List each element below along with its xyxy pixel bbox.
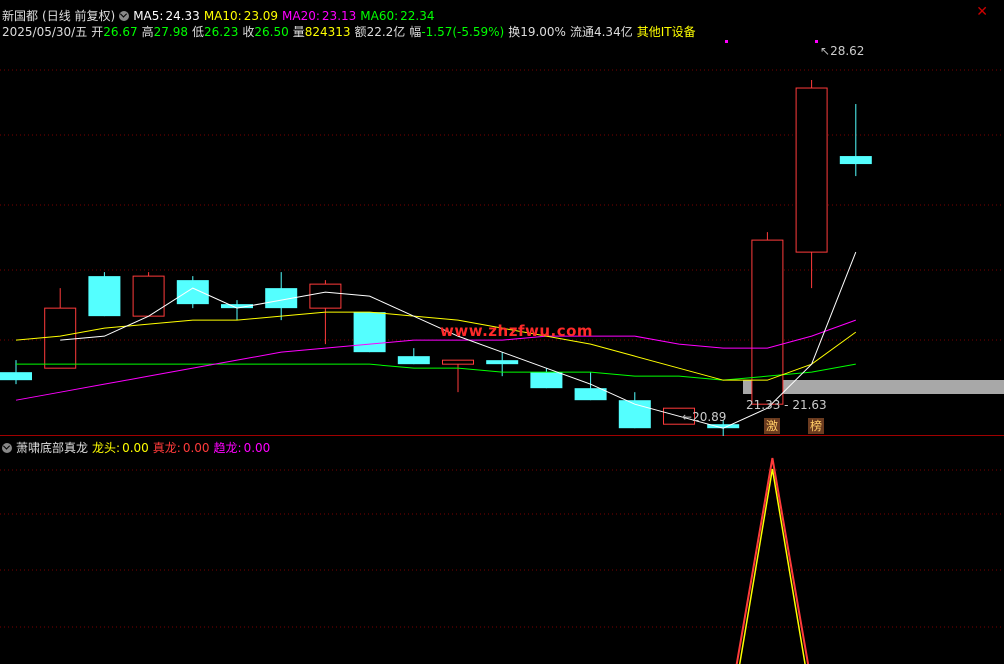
header-row-1: 新国都 (日线 前复权) MA5: 24.33 MA10: 23.09 MA20: 23.13… bbox=[2, 7, 439, 24]
float-label: 流通 bbox=[569, 25, 594, 39]
arrow-left-icon: ← bbox=[682, 410, 693, 424]
candle-body-19 bbox=[839, 156, 872, 165]
ma60-value: 22.34 bbox=[400, 9, 435, 23]
amount-label: 额 bbox=[354, 25, 367, 39]
zhenlong-label: 真龙: bbox=[152, 441, 181, 455]
close-icon[interactable]: ✕ bbox=[976, 4, 988, 20]
indicator-name[interactable]: 萧啸底部真龙 bbox=[16, 441, 88, 455]
low-price-value: 20.89 bbox=[692, 410, 727, 424]
change-label: 幅 bbox=[409, 25, 422, 39]
candle-body-17 bbox=[751, 239, 784, 405]
indicator-header: 萧啸底部真龙 龙头: 0.00 真龙: 0.00 趋龙: 0.00 bbox=[2, 439, 274, 456]
date-label: 2025/05/30/五 bbox=[2, 25, 88, 39]
high-label: 高 bbox=[141, 25, 154, 39]
qulong-value: 0.00 bbox=[243, 441, 271, 455]
badge-ji[interactable]: 激 bbox=[764, 418, 780, 434]
ma20-value: 23.13 bbox=[321, 9, 357, 23]
arrow-icon: ↖ bbox=[820, 44, 831, 58]
change-value: -1.57(-5.59%) bbox=[421, 25, 505, 39]
indicator-chart[interactable] bbox=[0, 437, 1004, 664]
low-price-label: ←20.89 bbox=[682, 410, 726, 424]
marker-dot-2 bbox=[815, 40, 818, 43]
settings-dropdown-icon[interactable] bbox=[119, 11, 130, 21]
ma10-line bbox=[15, 311, 857, 381]
period-label: (日线 前复权) bbox=[42, 9, 116, 23]
candle-body-11 bbox=[486, 360, 519, 365]
close-value: 26.50 bbox=[254, 25, 289, 39]
high-price-value: 28.62 bbox=[830, 44, 865, 58]
longtou-peak bbox=[738, 468, 806, 664]
sector-label[interactable]: 其他IT设备 bbox=[637, 25, 696, 39]
ma60-label: MA60: bbox=[360, 9, 399, 23]
qulong-label: 趋龙: bbox=[213, 441, 242, 455]
candle-body-4 bbox=[176, 280, 209, 305]
marker-dot-1 bbox=[725, 40, 728, 43]
ma20-label: MA20: bbox=[282, 9, 320, 23]
volume-value: 824313 bbox=[304, 25, 351, 39]
zhenlong-peak bbox=[735, 457, 810, 664]
candle-body-1 bbox=[44, 307, 77, 369]
ma20-line bbox=[15, 319, 856, 401]
stock-name: 新国都 bbox=[2, 9, 39, 23]
open-value: 26.67 bbox=[103, 25, 138, 39]
candle-body-7 bbox=[309, 283, 342, 309]
candle-body-10 bbox=[442, 359, 474, 365]
high-value: 27.98 bbox=[153, 25, 188, 39]
candle-body-2 bbox=[88, 276, 121, 317]
ma5-value: 24.33 bbox=[165, 9, 200, 23]
watermark: www.zhzfwu.com bbox=[440, 322, 594, 340]
close-label: 收 bbox=[242, 25, 255, 39]
candle-body-13 bbox=[574, 388, 607, 401]
zhenlong-value: 0.00 bbox=[182, 441, 210, 455]
candle-body-8 bbox=[353, 312, 386, 353]
turnover-value: 19.00% bbox=[520, 25, 566, 39]
header-row-2: 2025/05/30/五 开26.67 高27.98 低26.23 收26.50 量824… bbox=[2, 23, 700, 40]
candle-body-3 bbox=[132, 275, 165, 317]
price-chart-panel[interactable]: 新国都 (日线 前复权) MA5: 24.33 MA10: 23.09 MA20: 23.13… bbox=[0, 0, 1004, 436]
candle-body-18 bbox=[795, 87, 828, 253]
low-value: 26.23 bbox=[203, 25, 239, 39]
longtou-label: 龙头: bbox=[92, 441, 121, 455]
candle-body-9 bbox=[397, 356, 430, 365]
high-price-label: ↖28.62 bbox=[820, 44, 864, 58]
range-label: 21.33 - 21.63 bbox=[746, 398, 827, 412]
low-label: 低 bbox=[191, 25, 204, 39]
indicator-dropdown-icon[interactable] bbox=[2, 443, 12, 453]
float-value: 4.34亿 bbox=[593, 25, 633, 39]
longtou-value: 0.00 bbox=[122, 441, 149, 455]
amount-value: 22.2亿 bbox=[366, 25, 406, 39]
open-label: 开 bbox=[91, 25, 104, 39]
price-chart[interactable] bbox=[0, 0, 1004, 436]
badge-bang[interactable]: 榜 bbox=[808, 418, 824, 434]
candle-body-12 bbox=[530, 372, 563, 389]
indicator-panel[interactable] bbox=[0, 437, 1004, 664]
volume-label: 量 bbox=[292, 25, 305, 39]
ma10-value: 23.09 bbox=[243, 9, 279, 23]
ma10-label: MA10: bbox=[203, 9, 242, 23]
turnover-label: 换 bbox=[508, 25, 521, 39]
candle-body-0 bbox=[0, 372, 32, 381]
ma5-label: MA5: bbox=[133, 9, 164, 23]
